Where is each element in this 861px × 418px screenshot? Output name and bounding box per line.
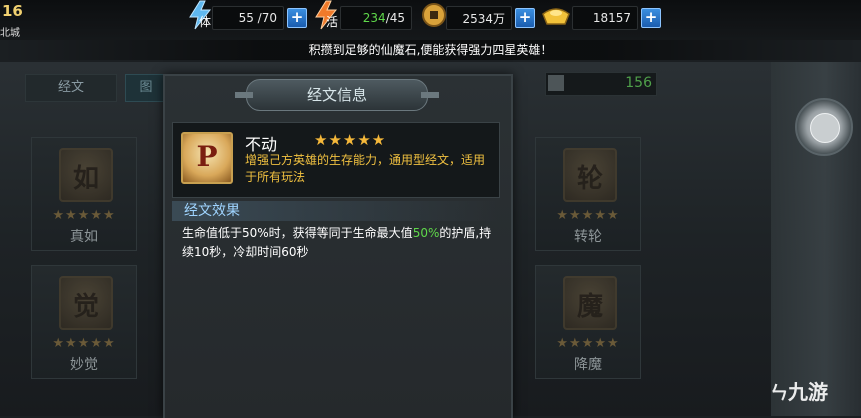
scripture-emblem-icon: 觉 xyxy=(59,276,113,330)
coin-icon xyxy=(422,3,446,27)
joystick-knob xyxy=(810,113,840,143)
scripture-card[interactable]: 魔 ★★★★★ 降魔 xyxy=(535,265,641,379)
scripture-card[interactable]: 轮 ★★★★★ 转轮 xyxy=(535,137,641,251)
stamina-icon-label: 体 xyxy=(199,15,212,29)
vigor-max: /45 xyxy=(385,11,405,25)
card-name: 降魔 xyxy=(574,357,602,373)
effect-description: 生命值低于50%时，获得等同于生命最大值50%的护盾,持续10秒，冷却时间60秒 xyxy=(182,224,498,262)
gold-add-button[interactable]: + xyxy=(641,8,661,28)
coin-resource: 2534万 + xyxy=(446,5,535,31)
effect-text-part1: 生命值低于50%时，获得等同于生命最大值 xyxy=(182,226,413,240)
card-name: 妙觉 xyxy=(70,357,98,373)
gold-resource: 18157 + xyxy=(572,5,661,31)
stone-counter: 156 xyxy=(545,72,657,96)
vigor-value: 234 /45 xyxy=(340,6,412,30)
gold-value: 18157 xyxy=(572,6,638,30)
card-stars: ★★★★★ xyxy=(52,336,116,351)
card-stars: ★★★★★ xyxy=(556,208,620,223)
coin-add-button[interactable]: + xyxy=(515,8,535,28)
tab-illustration[interactable]: 图 xyxy=(125,74,167,102)
card-name: 真如 xyxy=(70,229,98,245)
card-stars: ★★★★★ xyxy=(52,208,116,223)
effect-section-title: 经文效果 xyxy=(172,201,498,221)
vigor-resource: 234 /45 xyxy=(340,5,412,31)
stamina-value: 55 /70 xyxy=(212,6,284,30)
vigor-current: 234 xyxy=(362,11,386,25)
stamina-resource: 55 /70 + xyxy=(212,5,307,31)
gold-ingot-icon xyxy=(542,8,570,25)
stone-count: 156 xyxy=(625,75,652,91)
scripture-description: 增强己方英雄的生存能力，通用型经文，适用于所有玩法 xyxy=(245,153,486,184)
coin-value: 2534万 xyxy=(446,6,512,30)
stamina-add-button[interactable]: + xyxy=(287,8,307,28)
modal-title: 经文信息 xyxy=(235,79,439,111)
player-level: 16 xyxy=(2,2,23,20)
scripture-card[interactable]: 觉 ★★★★★ 妙觉 xyxy=(31,265,137,379)
effect-highlight-value: 50% xyxy=(412,226,440,240)
watermark-logo: ㄣ九游 xyxy=(770,380,828,404)
scripture-card[interactable]: 如 ★★★★★ 真如 xyxy=(31,137,137,251)
scripture-budong-icon: P xyxy=(181,132,233,184)
scripture-emblem-icon: 如 xyxy=(59,148,113,202)
scripture-stars: ★★★★★ xyxy=(314,131,387,149)
card-name: 转轮 xyxy=(574,229,602,245)
top-resource-bar: 16 北城 体 55 /70 + 活 234 /45 2534万 + 18157… xyxy=(0,0,861,40)
vigor-icon-label: 活 xyxy=(326,15,339,29)
scripture-emblem-icon: 魔 xyxy=(563,276,617,330)
watermark-mark-icon: ㄣ xyxy=(770,383,788,404)
joystick-button[interactable] xyxy=(795,98,853,156)
notice-banner: 积攒到足够的仙魔石,便能获得强力四星英雄！ xyxy=(0,40,861,60)
stone-icon xyxy=(548,75,564,91)
scripture-emblem-icon: 轮 xyxy=(563,148,617,202)
city-name: 北城 xyxy=(0,28,20,39)
card-stars: ★★★★★ xyxy=(556,336,620,351)
tab-scripture[interactable]: 经文 xyxy=(25,74,117,102)
